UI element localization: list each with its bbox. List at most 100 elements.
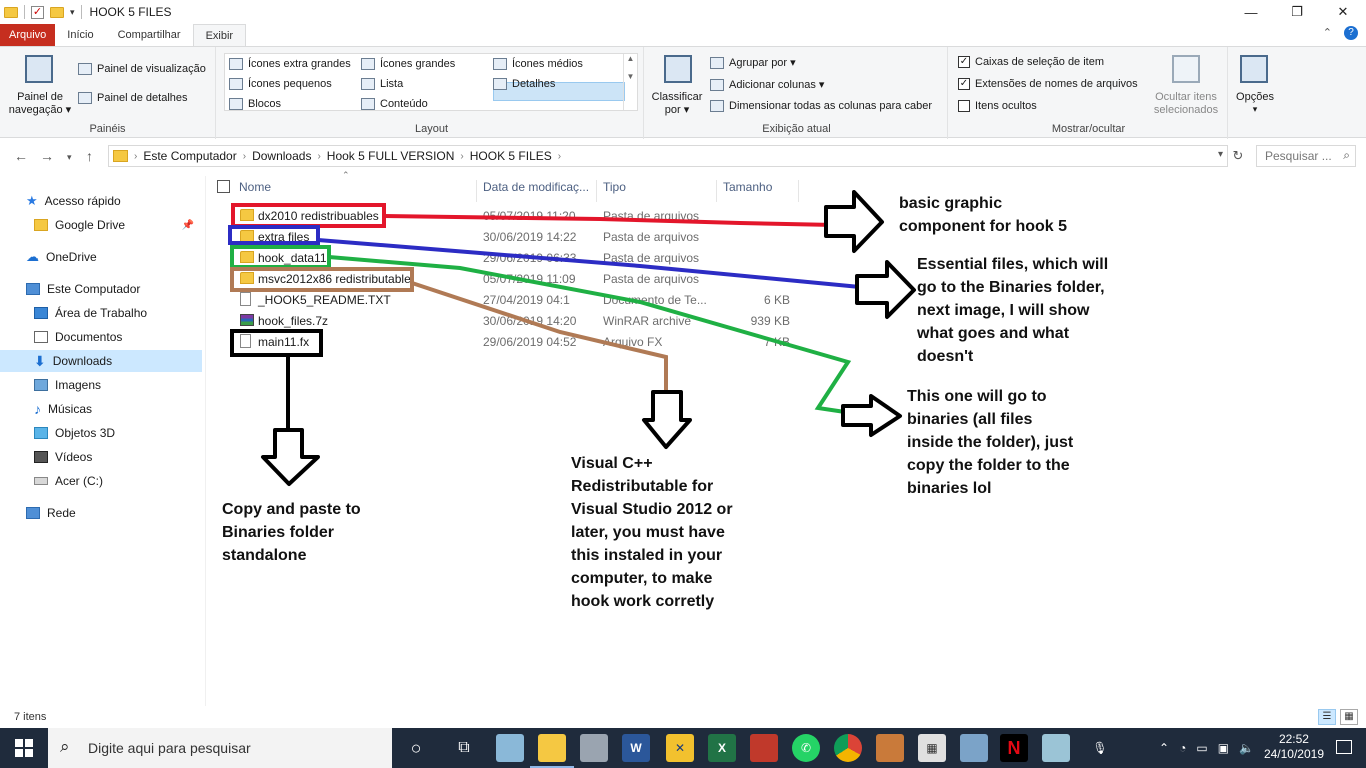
layout-tiles[interactable]: Blocos <box>229 98 281 110</box>
back-arrow-icon[interactable]: ← <box>14 148 28 164</box>
tab-exibir[interactable]: Exibir <box>192 24 247 46</box>
nav-item-onedrive[interactable]: ☁ OneDrive <box>26 246 202 268</box>
checkbox-unchecked[interactable] <box>958 100 970 112</box>
nav-item-este-computador[interactable]: Este Computador <box>26 278 202 300</box>
app-icon[interactable] <box>876 734 904 762</box>
app-icon[interactable] <box>750 734 778 762</box>
word-icon[interactable]: W <box>622 734 650 762</box>
chrome-icon[interactable] <box>834 734 862 762</box>
properties-icon[interactable]: ✓ <box>31 5 44 19</box>
restore-button[interactable]: ❐ <box>1274 0 1320 24</box>
calculator-icon[interactable]: ▦ <box>918 734 946 762</box>
address-bar[interactable]: › Este Computador › Downloads › Hook 5 F… <box>108 145 1228 167</box>
layout-medium-icons[interactable]: Ícones médios <box>493 58 583 70</box>
whatsapp-icon[interactable]: ✆ <box>792 734 820 762</box>
nav-item-videos[interactable]: Vídeos <box>34 446 202 468</box>
chevron-right-icon[interactable]: › <box>134 151 137 162</box>
layout-large-icons[interactable]: Ícones grandes <box>361 58 455 70</box>
chevron-right-icon[interactable]: › <box>243 151 246 162</box>
layout-gallery-scroll[interactable]: ▲ ▼ <box>623 54 637 110</box>
cortana-icon[interactable]: ○ <box>402 734 430 762</box>
app-icon[interactable] <box>1042 734 1070 762</box>
nav-item-imagens[interactable]: Imagens <box>34 374 202 396</box>
column-divider[interactable] <box>798 180 799 202</box>
pin-icon[interactable]: 📌 <box>182 220 194 231</box>
recent-locations-icon[interactable]: ▾ <box>67 152 72 163</box>
details-pane-button[interactable]: Painel de detalhes <box>78 92 188 104</box>
column-date[interactable]: Data de modificaç... <box>483 180 589 194</box>
app-icon[interactable] <box>580 734 608 762</box>
address-dropdown-icon[interactable]: ▾ <box>1218 149 1223 160</box>
sort-by-button[interactable]: Classificar por ▾ <box>646 91 708 117</box>
tab-inicio[interactable]: Início <box>55 24 105 46</box>
hidden-items-toggle[interactable]: Itens ocultos <box>958 100 1037 112</box>
search-input[interactable]: Pesquisar ... ⌕ <box>1256 145 1356 167</box>
chevron-right-icon[interactable]: › <box>460 151 463 162</box>
up-arrow-icon[interactable]: ↑ <box>86 148 93 164</box>
nav-item-area-de-trabalho[interactable]: Área de Trabalho <box>34 302 202 324</box>
breadcrumb-hook-5-full-version[interactable]: Hook 5 FULL VERSION <box>327 149 455 163</box>
nav-item-google-drive[interactable]: Google Drive 📌 <box>34 214 202 236</box>
tab-compartilhar[interactable]: Compartilhar <box>106 24 193 46</box>
app-icon[interactable] <box>960 734 988 762</box>
taskbar-search-box[interactable]: ⌕ Digite aqui para pesquisar <box>48 728 392 768</box>
checkbox-checked[interactable]: ✓ <box>958 78 970 90</box>
file-row[interactable]: hook_files.7z 30/06/2019 14:20 WinRAR ar… <box>210 310 800 331</box>
item-checkboxes-toggle[interactable]: ✓ Caixas de seleção de item <box>958 56 1104 68</box>
nav-item-musicas[interactable]: ♪ Músicas <box>34 398 202 420</box>
nav-item-downloads[interactable]: ⬇ Downloads <box>0 350 202 372</box>
large-icons-view-icon[interactable]: ▦ <box>1340 709 1358 725</box>
start-button[interactable] <box>0 728 48 768</box>
nav-item-rede[interactable]: Rede <box>26 502 202 524</box>
breadcrumb-este-computador[interactable]: Este Computador <box>143 149 236 163</box>
notifications-icon[interactable] <box>1336 740 1352 754</box>
nav-item-objetos-3d[interactable]: Objetos 3D <box>34 422 202 444</box>
column-divider[interactable] <box>476 180 477 202</box>
app-icon[interactable] <box>496 734 524 762</box>
refresh-icon[interactable]: ↻ <box>1230 145 1246 167</box>
column-type[interactable]: Tipo <box>603 180 626 194</box>
breadcrumb-downloads[interactable]: Downloads <box>252 149 311 163</box>
checkbox-checked[interactable]: ✓ <box>958 56 970 68</box>
file-row[interactable]: msvc2012x86 redistributable 05/07/2019 1… <box>210 268 800 289</box>
column-name[interactable]: Nome <box>239 180 271 194</box>
file-row[interactable]: hook_data11 29/06/2019 06:33 Pasta de ar… <box>210 247 800 268</box>
navigation-pane-button[interactable]: Painel de navegação ▾ <box>2 91 78 117</box>
layout-small-icons[interactable]: Ícones pequenos <box>229 78 332 90</box>
chevron-right-icon[interactable]: › <box>317 151 320 162</box>
breadcrumb-hook-5-files[interactable]: HOOK 5 FILES <box>470 149 552 163</box>
task-view-icon[interactable]: ⧉ <box>450 734 478 762</box>
microphone-icon[interactable]: 🎙 <box>1086 734 1114 762</box>
layout-content[interactable]: Conteúdo <box>361 98 428 110</box>
layout-list[interactable]: Lista <box>361 78 403 90</box>
group-by-button[interactable]: Agrupar por ▾ <box>710 56 796 69</box>
layout-details[interactable]: Detalhes <box>493 78 555 90</box>
clock[interactable]: 22:52 24/10/2019 <box>1264 732 1324 762</box>
size-columns-button[interactable]: Dimensionar todas as colunas para caber <box>710 100 932 112</box>
customize-toolbar-icon[interactable]: ▾ <box>70 7 75 18</box>
layout-extra-large-icons[interactable]: Ícones extra grandes <box>229 58 351 70</box>
show-hidden-icons-icon[interactable]: ⌃ <box>1159 741 1169 755</box>
chevron-right-icon[interactable]: › <box>558 151 561 162</box>
file-row[interactable]: dx2010 redistribuables 05/07/2019 11:20 … <box>210 205 800 226</box>
netflix-icon[interactable]: N <box>1000 734 1028 762</box>
file-row[interactable]: main11.fx 29/06/2019 04:52 Arquivo FX 7 … <box>210 331 800 352</box>
forward-arrow-icon[interactable]: → <box>40 148 54 164</box>
collapse-ribbon-icon[interactable]: ⌃ <box>1323 26 1332 40</box>
preview-pane-button[interactable]: Painel de visualização <box>78 63 206 75</box>
file-row[interactable]: extra files 30/06/2019 14:22 Pasta de ar… <box>210 226 800 247</box>
options-dropdown-icon[interactable]: ▾ <box>1230 103 1280 116</box>
nav-item-acer-c[interactable]: Acer (C:) <box>34 470 202 492</box>
battery-icon[interactable]: ▭ <box>1196 741 1207 755</box>
help-icon[interactable]: ? <box>1344 26 1358 40</box>
file-row[interactable]: _HOOK5_README.TXT 27/04/2019 04:1 Docume… <box>210 289 800 310</box>
file-explorer-icon[interactable] <box>530 734 574 768</box>
network-icon[interactable]: ◔ <box>1179 741 1186 755</box>
add-columns-button[interactable]: Adicionar colunas ▾ <box>710 78 824 91</box>
details-view-icon[interactable]: ☰ <box>1318 709 1336 725</box>
storage-icon[interactable]: ▣ <box>1218 741 1229 755</box>
app-icon[interactable]: ✕ <box>666 734 694 762</box>
column-size[interactable]: Tamanho <box>723 180 772 194</box>
nav-item-documentos[interactable]: Documentos <box>34 326 202 348</box>
close-button[interactable]: ✕ <box>1320 0 1366 24</box>
